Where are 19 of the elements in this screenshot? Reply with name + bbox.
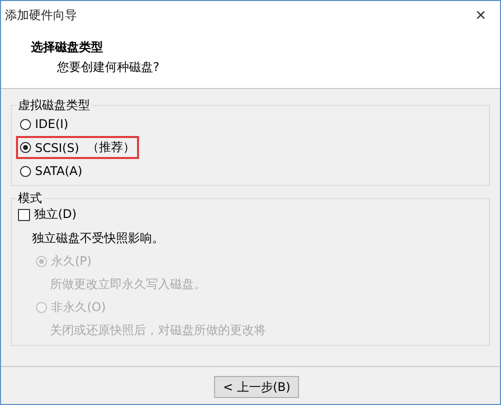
description-text: 所做更改立即永久写入磁盘。 — [49, 276, 207, 293]
window-title: 添加硬件向导 — [5, 6, 77, 24]
description-text: 关闭或还原快照后，对磁盘所做的更改将 — [49, 322, 267, 339]
radio-label[interactable]: SCSI(S) — [35, 140, 80, 154]
radio-button[interactable] — [20, 118, 31, 130]
radio-button[interactable] — [20, 142, 31, 153]
description-text: 独立磁盘不受快照影响。 — [32, 230, 165, 247]
page-title: 选择磁盘类型 — [31, 39, 104, 56]
group-label: 虚拟磁盘类型 — [17, 97, 91, 114]
checkbox[interactable] — [18, 208, 30, 220]
group-label: 模式 — [17, 190, 43, 207]
checkbox-label[interactable]: 独立(D) — [34, 206, 77, 223]
close-button[interactable]: × — [471, 4, 490, 26]
page-subtitle: 您要创建何种磁盘? — [56, 59, 160, 76]
back-button[interactable]: < 上一步(B) — [214, 376, 300, 398]
radio-button[interactable] — [20, 166, 31, 176]
radio-label[interactable]: SATA(A) — [35, 164, 82, 178]
radio-label[interactable]: IDE(I) — [35, 117, 68, 131]
recommended-note: （推荐） — [86, 139, 135, 156]
